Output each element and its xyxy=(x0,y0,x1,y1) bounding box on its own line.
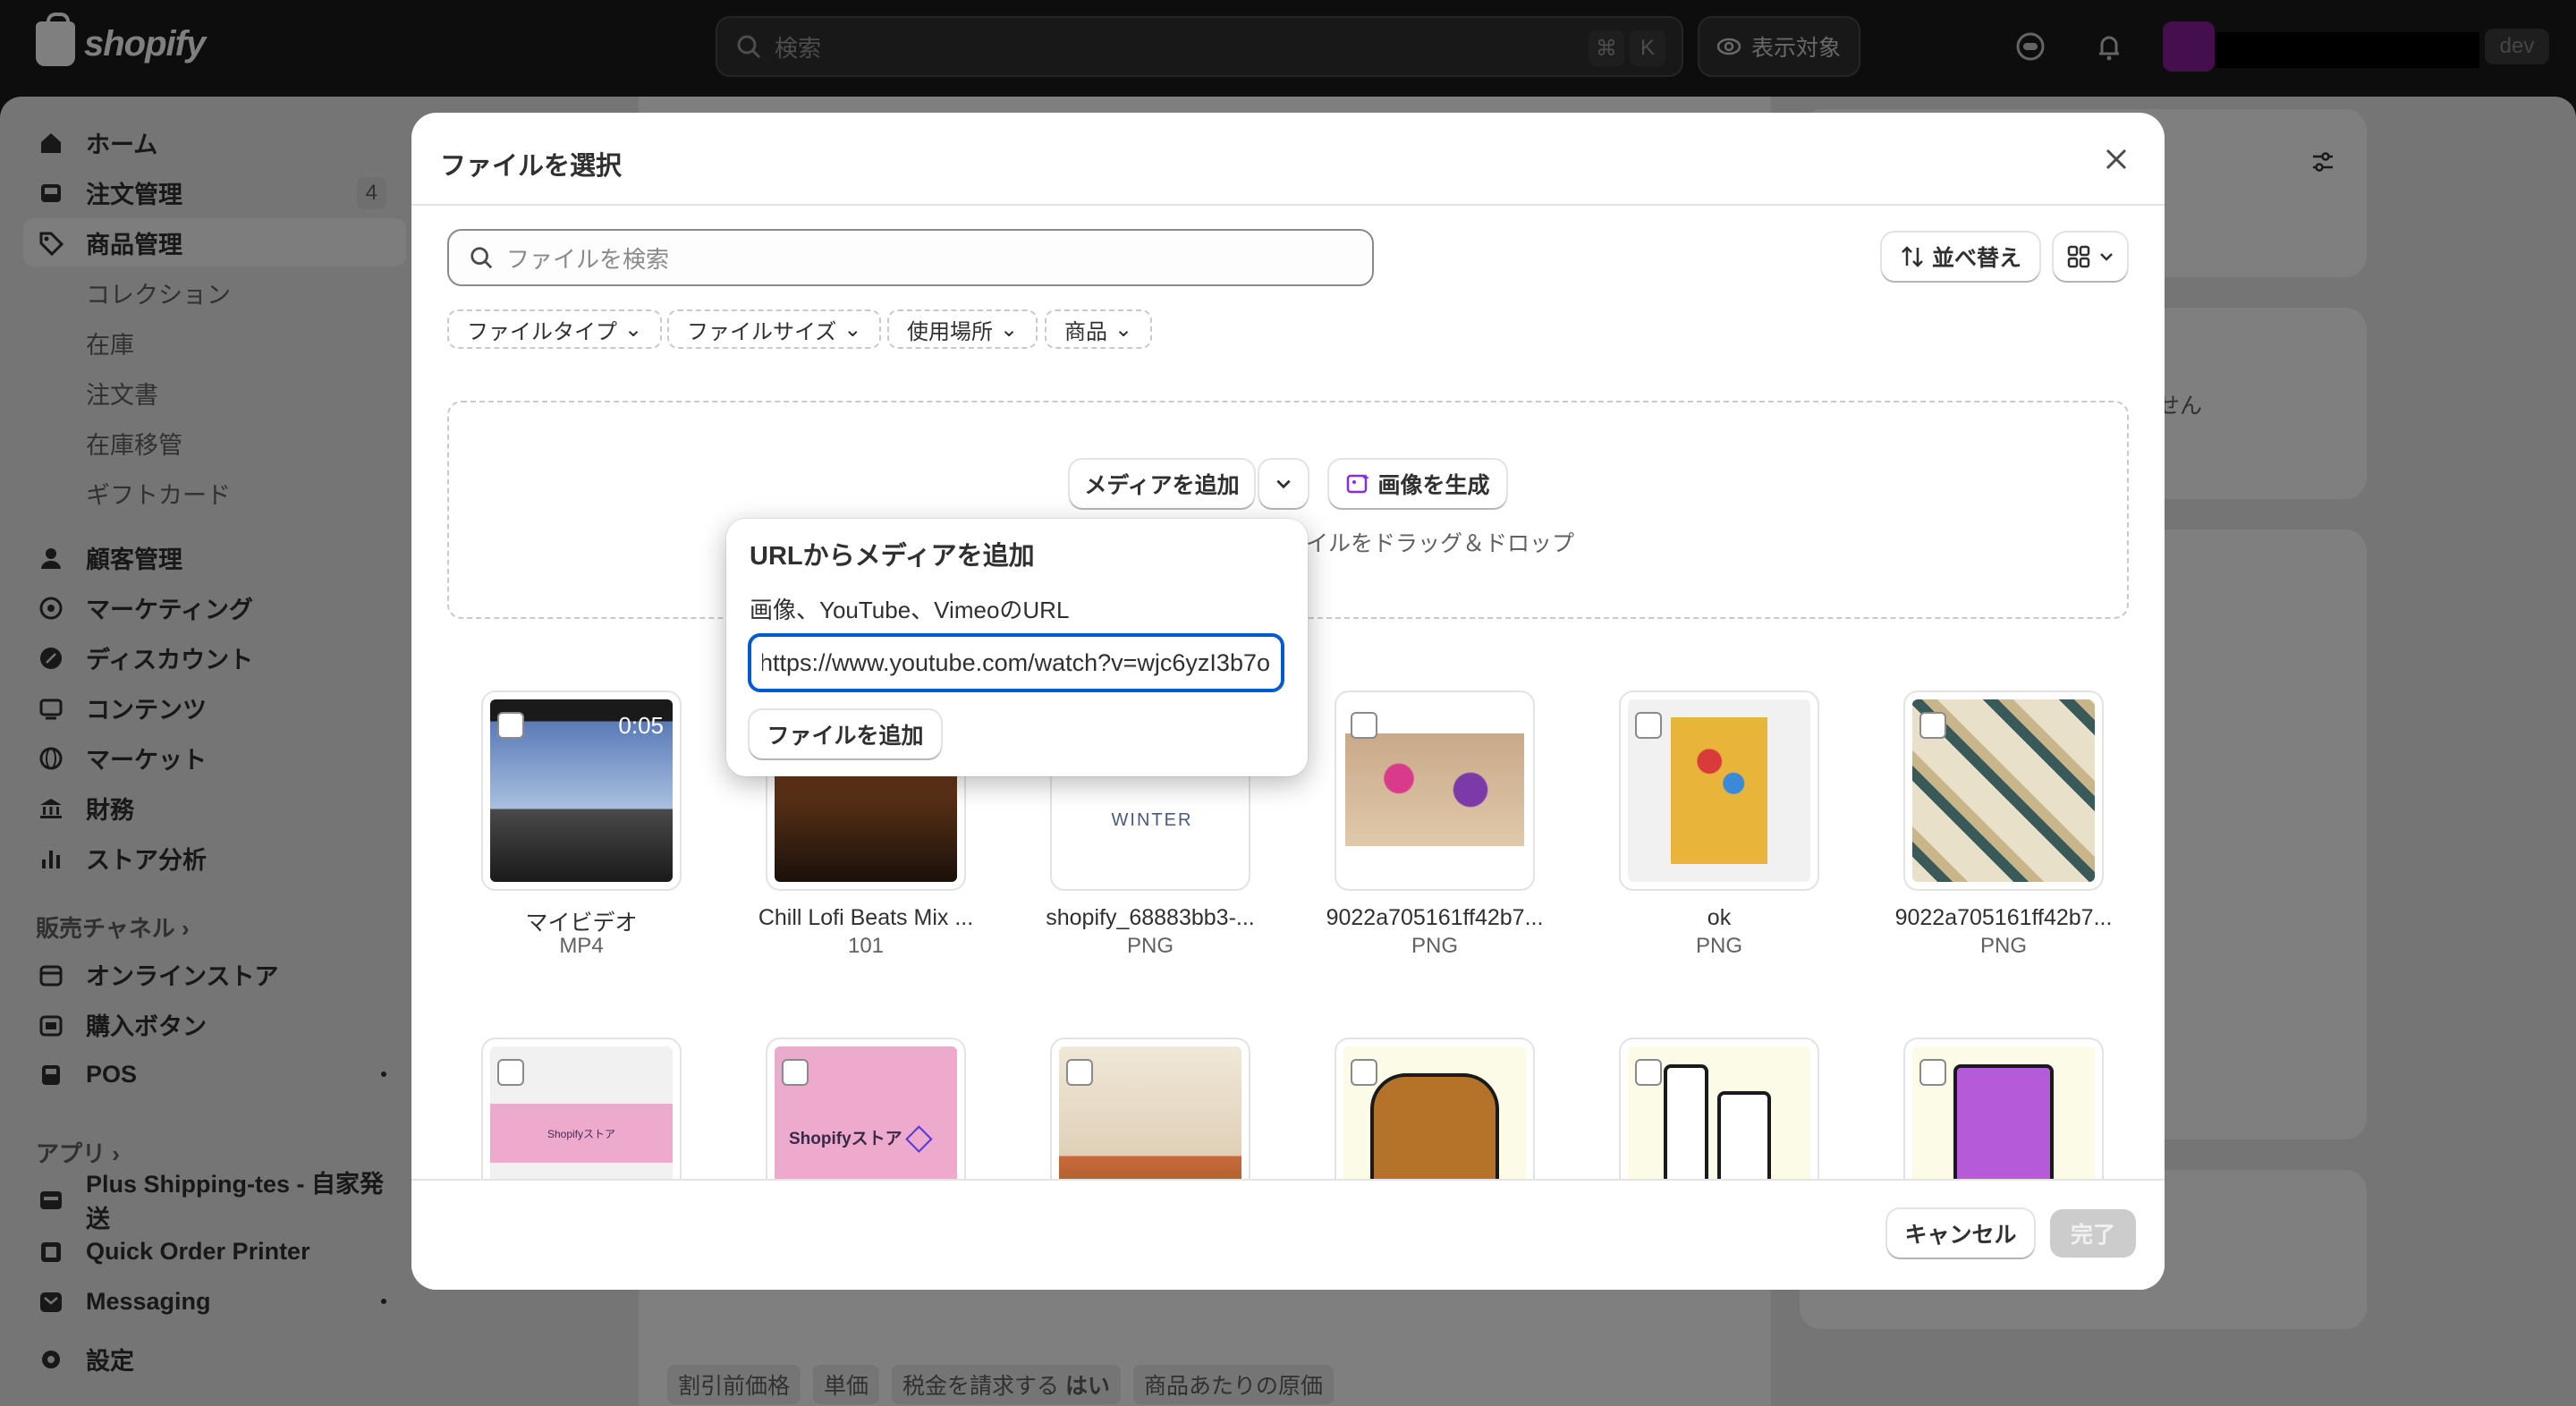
file-checkbox[interactable] xyxy=(1919,1059,1946,1086)
file-tile[interactable]: Shopifyストア ◇ xyxy=(766,1038,966,1198)
file-tile[interactable] xyxy=(1619,690,1819,891)
chevron-down-icon: ⌄ xyxy=(843,317,862,342)
add-file-label: ファイルを追加 xyxy=(767,724,924,749)
file-name: マイビデオ xyxy=(525,911,638,936)
filter-file-type[interactable]: ファイルタイプ ⌄ xyxy=(447,309,663,349)
file-checkbox[interactable] xyxy=(497,712,524,739)
file-name: 9022a705161ff42b7... xyxy=(1326,905,1544,930)
file-type: PNG xyxy=(1411,934,1458,958)
thumbnail-text: WINTER xyxy=(1111,810,1193,830)
file-checkbox[interactable] xyxy=(1919,712,1946,739)
file-checkbox[interactable] xyxy=(1635,1059,1662,1086)
grid-view-icon xyxy=(2067,245,2090,268)
cancel-label: キャンセル xyxy=(1904,1223,2017,1248)
filter-file-size[interactable]: ファイルサイズ ⌄ xyxy=(667,309,882,349)
file-name: ok xyxy=(1707,905,1732,930)
file-type: 101 xyxy=(847,934,885,958)
generate-image-label: 画像を生成 xyxy=(1377,473,1490,498)
video-duration: 0:05 xyxy=(618,712,664,739)
generate-image-button[interactable]: 画像を生成 xyxy=(1329,460,1506,508)
filter-label: 商品 xyxy=(1064,319,1107,344)
url-field-label: 画像、YouTube、VimeoのURL xyxy=(750,597,1070,623)
chevron-down-icon: ⌄ xyxy=(1000,317,1019,342)
sort-button[interactable]: 並べ替え xyxy=(1882,233,2039,281)
filter-label: ファイルサイズ xyxy=(687,319,837,344)
filter-label: ファイルタイプ xyxy=(467,319,617,344)
file-tile[interactable] xyxy=(1903,690,2104,891)
add-media-button[interactable]: メディアを追加 xyxy=(1070,460,1254,508)
file-type: PNG xyxy=(1126,934,1174,958)
magic-image-icon xyxy=(1347,474,1370,494)
view-toggle-button[interactable] xyxy=(2054,233,2127,281)
chevron-down-icon xyxy=(2100,253,2113,261)
file-checkbox[interactable] xyxy=(1351,712,1377,739)
drop-hint-text: イルをドラッグ＆ドロップ xyxy=(1306,531,1575,556)
modal-footer: キャンセル 完了 xyxy=(411,1179,2165,1290)
file-tile[interactable] xyxy=(1903,1038,2104,1198)
search-icon xyxy=(470,247,493,269)
file-checkbox[interactable] xyxy=(497,1059,524,1086)
chevron-down-icon: ⌄ xyxy=(624,317,643,342)
chevron-down-icon xyxy=(1276,479,1291,489)
modal-title: ファイルを選択 xyxy=(440,152,623,181)
file-checkbox[interactable] xyxy=(782,1059,809,1086)
file-checkbox[interactable] xyxy=(1066,1059,1093,1086)
file-tile[interactable] xyxy=(1619,1038,1819,1198)
file-tile[interactable] xyxy=(1335,1038,1535,1198)
file-search-input[interactable]: ファイルを検索 xyxy=(447,229,1374,286)
file-name: shopify_68883bb3-... xyxy=(1046,905,1255,930)
filter-label: 使用場所 xyxy=(907,319,993,344)
file-type: PNG xyxy=(1695,934,1742,958)
sort-icon xyxy=(1902,246,1923,267)
file-type: MP4 xyxy=(559,934,604,958)
file-tile[interactable] xyxy=(1335,690,1535,891)
file-name: 9022a705161ff42b7... xyxy=(1894,905,2113,930)
close-icon[interactable] xyxy=(2102,145,2131,174)
popover-title: URLからメディアを追加 xyxy=(750,542,1035,571)
file-checkbox[interactable] xyxy=(1635,712,1662,739)
sort-label: 並べ替え xyxy=(1931,246,2021,271)
file-tile[interactable] xyxy=(1050,1038,1250,1198)
thumbnail-text: Shopifyストア xyxy=(547,1127,616,1140)
modal-header: ファイルを選択 xyxy=(411,113,2165,206)
thumbnail-text: Shopifyストア xyxy=(789,1130,902,1148)
file-type: PNG xyxy=(1979,934,2027,958)
filter-product[interactable]: 商品 ⌄ xyxy=(1045,309,1153,349)
url-input[interactable] xyxy=(748,633,1284,692)
diamond-icon: ◇ xyxy=(905,1117,933,1156)
cancel-button[interactable]: キャンセル xyxy=(1887,1209,2034,1258)
done-button[interactable]: 完了 xyxy=(2050,1209,2136,1258)
done-label: 完了 xyxy=(2070,1223,2115,1248)
filter-usage[interactable]: 使用場所 ⌄ xyxy=(887,309,1038,349)
file-search-placeholder: ファイルを検索 xyxy=(506,245,670,273)
file-name: Chill Lofi Beats Mix ... xyxy=(758,905,974,930)
chevron-down-icon: ⌄ xyxy=(1114,317,1133,342)
file-tile[interactable]: Shopifyストア xyxy=(481,1038,682,1198)
add-from-url-popover: URLからメディアを追加 画像、YouTube、VimeoのURL ファイルを追… xyxy=(726,519,1308,776)
add-media-label: メディアを追加 xyxy=(1084,473,1240,498)
add-media-menu-button[interactable] xyxy=(1259,460,1308,508)
file-tile[interactable]: 0:05 xyxy=(481,690,682,891)
add-file-button[interactable]: ファイルを追加 xyxy=(750,710,941,758)
file-checkbox[interactable] xyxy=(1351,1059,1377,1086)
